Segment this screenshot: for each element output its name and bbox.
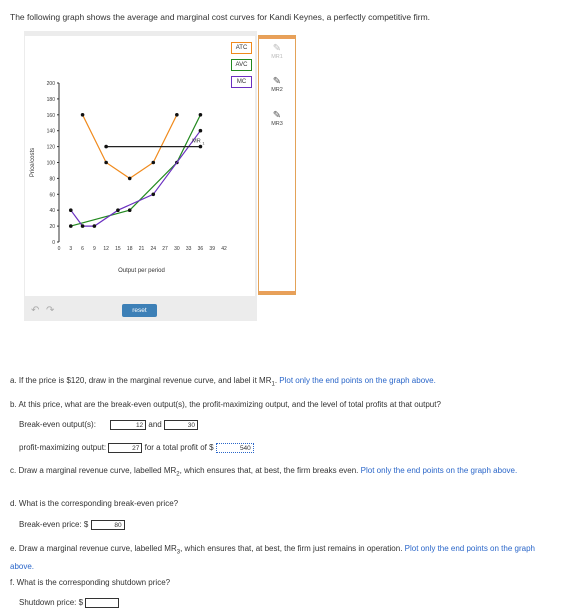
question-b: b. At this price, what are the break-eve…	[10, 400, 441, 409]
profit-max-label: profit-maximizing output:	[19, 443, 107, 453]
series-atc-point	[104, 160, 108, 165]
x-tick-label: 27	[162, 246, 168, 252]
x-axis-label: Output per period	[118, 268, 165, 274]
undo-icon[interactable]: ↶	[31, 305, 39, 316]
tool-mr2[interactable]: ✎ MR2	[259, 76, 295, 94]
breakeven-price-input[interactable]: 80	[90, 520, 125, 530]
mr1-label: MR	[192, 139, 201, 145]
pencil-icon: ✎	[272, 110, 282, 121]
shutdown-price-row: Shutdown price: $	[19, 598, 120, 608]
breakeven-input-1[interactable]: 12	[110, 420, 147, 430]
breakeven-label: Break-even output(s):	[19, 420, 96, 430]
x-tick-label: 6	[81, 246, 84, 252]
plot-area[interactable]: 0 20 40 60 80 100 120 140 160 180 200 0 3 6 9 12 15 18 21 2…	[25, 36, 255, 296]
series-avc-point	[68, 224, 73, 228]
tool-mr3-label: MR3	[271, 121, 283, 127]
series-atc-point	[80, 113, 85, 117]
x-tick-label: 3	[69, 246, 72, 252]
pencil-icon: ✎	[272, 76, 282, 87]
series-mc-point	[151, 192, 156, 197]
breakeven-price-row: Break-even price: $ 80	[19, 520, 125, 530]
y-tick-label: 200	[47, 81, 56, 87]
y-tick-label: 180	[47, 97, 56, 103]
series-mc-point	[198, 128, 203, 133]
tool-mr1-label: MR1	[271, 54, 283, 60]
x-tick-label: 0	[58, 246, 61, 252]
tool-mr3[interactable]: ✎ MR3	[259, 110, 295, 128]
series-avc-point	[198, 113, 203, 117]
question-e-text: e. Draw a marginal revenue curve, labell…	[10, 544, 177, 553]
tools-top-bar	[259, 36, 295, 39]
x-tick-label: 18	[127, 246, 133, 252]
y-tick-label: 40	[49, 208, 55, 214]
question-e-text2: , which ensures that, at best, the firm …	[180, 544, 403, 553]
x-tick-label: 24	[151, 246, 157, 252]
and-label: and	[148, 420, 162, 430]
question-d: d. What is the corresponding break-even …	[10, 499, 179, 508]
profit-label: for a total profit of $	[144, 443, 214, 453]
y-tick-label: 140	[47, 129, 56, 135]
legend-avc: AVC	[231, 59, 252, 71]
series-mc-point	[80, 224, 85, 228]
pencil-icon: ✎	[272, 43, 282, 54]
series-atc-point	[151, 160, 156, 165]
question-c-link: Plot only the end points on the graph ab…	[360, 466, 518, 475]
series-mr1-point	[104, 144, 108, 149]
breakeven-price-label: Break-even price: $	[19, 520, 89, 530]
tools-bottom-bar	[259, 291, 295, 294]
series-mc-line	[70, 130, 201, 227]
tool-mr1[interactable]: ✎ MR1	[259, 43, 295, 61]
legend-mc: MC	[231, 76, 252, 88]
question-a: a. If the price is $120, draw in the mar…	[10, 376, 436, 388]
question-c-text2: , which ensures that, at best, the firm …	[179, 466, 359, 475]
y-axis-label: Price/costs	[30, 148, 36, 177]
shutdown-price-label: Shutdown price: $	[19, 598, 84, 608]
y-tick-label: 20	[49, 224, 55, 230]
reset-button[interactable]: reset	[122, 304, 157, 317]
drawing-tools-panel: ✎ MR1 ✎ MR2 ✎ MR3	[258, 35, 296, 295]
question-c: c. Draw a marginal revenue curve, labell…	[10, 464, 560, 482]
breakeven-input-2[interactable]: 30	[164, 420, 198, 430]
tool-mr2-label: MR2	[271, 87, 283, 93]
profit-input[interactable]: 540	[215, 443, 254, 453]
x-tick-label: 36	[198, 246, 204, 252]
shutdown-price-input[interactable]	[85, 598, 120, 608]
series-mc-point	[116, 208, 120, 212]
x-tick-label: 9	[93, 246, 96, 252]
profit-max-input[interactable]: 27	[108, 443, 143, 453]
series-mc-point	[68, 208, 73, 212]
y-tick-label: 60	[49, 192, 55, 198]
series-atc-point	[175, 113, 179, 117]
x-tick-label: 21	[139, 246, 145, 252]
intro-text: The following graph shows the average an…	[10, 12, 431, 22]
question-a-text: a. If the price is $120, draw in the mar…	[10, 376, 272, 385]
series-mc-point	[92, 224, 97, 228]
x-tick-label: 12	[103, 246, 109, 252]
cost-curves-chart[interactable]: 0204060801001201401601802000 3 6 9 12 15 18 21 2…	[25, 36, 255, 296]
question-f: f. What is the corresponding shutdown pr…	[10, 578, 171, 587]
y-tick-label: 160	[47, 113, 56, 119]
legend-atc: ATC	[231, 42, 252, 54]
x-tick-label: 33	[186, 246, 192, 252]
x-tick-label: 15	[115, 246, 121, 252]
question-a-link: Plot only the end points on the graph ab…	[279, 376, 436, 385]
profit-row: profit-maximizing output: 27 for a total…	[19, 443, 254, 453]
y-tick-label: 0	[52, 240, 55, 246]
series-atc-point	[127, 176, 132, 181]
mr1-label-sub: 1	[202, 141, 205, 146]
redo-icon[interactable]: ↷	[46, 305, 54, 316]
question-c-text: c. Draw a marginal revenue curve, labell…	[10, 466, 177, 475]
x-tick-label: 39	[209, 246, 215, 252]
y-tick-label: 120	[47, 145, 56, 151]
y-tick-label: 100	[47, 161, 56, 167]
question-a-sub: 1	[271, 381, 275, 388]
x-tick-label: 30	[174, 246, 180, 252]
y-tick-label: 80	[49, 176, 55, 182]
question-e: e. Draw a marginal revenue curve, labell…	[10, 542, 560, 573]
series-avc-point	[127, 208, 132, 212]
breakeven-row: Break-even output(s): 12 and 30	[19, 420, 198, 430]
x-tick-label: 42	[221, 246, 227, 252]
